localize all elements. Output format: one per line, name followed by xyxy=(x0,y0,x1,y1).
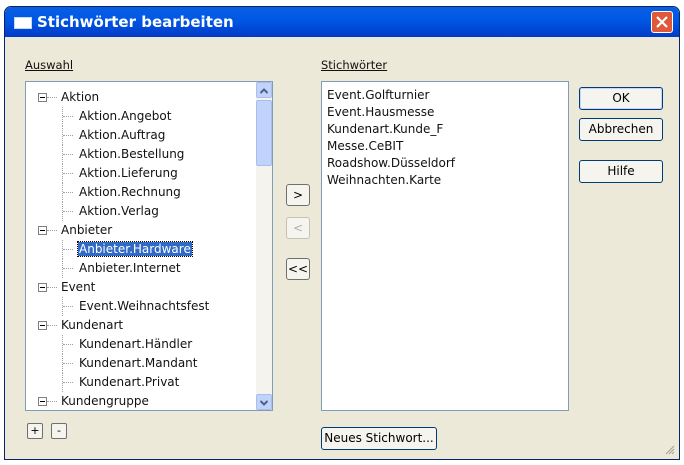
chevron-down-icon xyxy=(259,400,269,406)
tree-item[interactable]: Kundenart.Händler xyxy=(26,335,258,354)
tree-label: Aktion.Rechnung xyxy=(79,185,181,199)
scroll-thumb[interactable] xyxy=(256,100,272,166)
list-item[interactable]: Weihnachten.Karte xyxy=(322,172,568,189)
tree-connector xyxy=(47,401,57,402)
tree-item[interactable]: Event.Weihnachtsfest xyxy=(26,297,258,316)
title-bar[interactable]: Stichwörter bearbeiten xyxy=(5,7,679,37)
tree-group[interactable]: Event xyxy=(26,278,258,297)
tree-item[interactable]: Aktion.Bestellung xyxy=(26,145,258,164)
collapse-toggle-icon[interactable] xyxy=(38,283,47,292)
collapse-toggle-icon[interactable] xyxy=(38,397,47,406)
tree-label: Kundenart.Mandant xyxy=(79,356,198,370)
tree-group[interactable]: Aktion xyxy=(26,88,258,107)
tree-connector xyxy=(63,135,73,136)
tree-label: Aktion xyxy=(61,90,100,104)
collapse-toggle-icon[interactable] xyxy=(38,93,47,102)
selection-label: Auswahl xyxy=(25,58,74,72)
collapse-toggle-icon[interactable] xyxy=(38,226,47,235)
keyword-items: Event.Golfturnier Event.Hausmesse Kundenar… xyxy=(322,82,568,189)
collapse-all-button[interactable]: - xyxy=(51,423,67,439)
tree-connector xyxy=(63,116,73,117)
tree-connector xyxy=(47,287,57,288)
tree-content: Aktion Aktion.Angebot Aktion.Auftrag Aktion… xyxy=(26,88,258,410)
close-icon xyxy=(656,16,668,28)
help-button[interactable]: Hilfe xyxy=(579,160,663,183)
tree-connector xyxy=(63,173,73,174)
tree-label: Aktion.Lieferung xyxy=(79,166,178,180)
tree-connector xyxy=(63,211,73,212)
tree-label: Kundenart xyxy=(61,318,124,332)
tree-group[interactable]: Kundengruppe xyxy=(26,392,258,410)
tree-label: Anbieter xyxy=(61,223,113,237)
cancel-button[interactable]: Abbrechen xyxy=(579,118,663,141)
tree-label: Kundenart.Privat xyxy=(79,375,180,389)
scroll-down-button[interactable] xyxy=(256,394,272,410)
expand-all-button[interactable]: + xyxy=(27,423,43,439)
tree-label: Event xyxy=(61,280,96,294)
tree-group[interactable]: Kundenart xyxy=(26,316,258,335)
tree-label: Kundenart.Händler xyxy=(79,337,193,351)
tree-scrollbar[interactable] xyxy=(256,82,272,410)
window-title: Stichwörter bearbeiten xyxy=(37,13,234,31)
tree-connector xyxy=(47,325,57,326)
tree-item[interactable]: Kundenart.Privat xyxy=(26,373,258,392)
tree-connector xyxy=(63,268,73,269)
tree-item[interactable]: Aktion.Auftrag xyxy=(26,126,258,145)
dialog-window: Stichwörter bearbeiten Auswahl Stichwört… xyxy=(4,6,680,460)
tree-connector xyxy=(63,306,73,307)
list-item[interactable]: Kundenart.Kunde_F xyxy=(322,121,568,138)
tree-connector xyxy=(63,344,73,345)
tree-item[interactable]: Anbieter.Internet xyxy=(26,259,258,278)
resize-grip-icon[interactable] xyxy=(663,443,675,455)
tree-connector xyxy=(63,382,73,383)
tree-connector xyxy=(47,97,57,98)
tree-label: Anbieter.Hardware xyxy=(77,241,193,257)
selection-tree[interactable]: Aktion Aktion.Angebot Aktion.Auftrag Aktion… xyxy=(25,81,273,411)
new-keyword-button[interactable]: Neues Stichwort... xyxy=(321,427,437,450)
tree-item[interactable]: Aktion.Angebot xyxy=(26,107,258,126)
tree-label: Aktion.Auftrag xyxy=(79,128,166,142)
tree-connector xyxy=(63,363,73,364)
ok-button[interactable]: OK xyxy=(579,87,663,110)
tree-item[interactable]: Aktion.Verlag xyxy=(26,202,258,221)
tree-item[interactable]: Aktion.Rechnung xyxy=(26,183,258,202)
tree-item[interactable]: Kundenart.Mandant xyxy=(26,354,258,373)
window-icon xyxy=(14,17,32,29)
chevron-up-icon xyxy=(259,88,269,94)
remove-keyword-button[interactable]: < xyxy=(286,217,310,239)
remove-all-button[interactable]: << xyxy=(286,258,310,280)
tree-label: Anbieter.Internet xyxy=(79,261,181,275)
tree-connector xyxy=(63,154,73,155)
collapse-toggle-icon[interactable] xyxy=(38,321,47,330)
tree-connector xyxy=(47,230,57,231)
tree-label: Event.Weihnachtsfest xyxy=(79,299,210,313)
scroll-up-button[interactable] xyxy=(256,82,272,98)
tree-label: Aktion.Bestellung xyxy=(79,147,185,161)
tree-connector xyxy=(63,249,73,250)
close-button[interactable] xyxy=(651,11,673,33)
keyword-list[interactable]: Event.Golfturnier Event.Hausmesse Kundenar… xyxy=(321,81,569,411)
add-keyword-button[interactable]: > xyxy=(286,184,310,206)
tree-label: Aktion.Verlag xyxy=(79,204,159,218)
tree-connector xyxy=(63,192,73,193)
list-item[interactable]: Event.Hausmesse xyxy=(322,104,568,121)
keywords-label: Stichwörter xyxy=(321,58,388,72)
list-item[interactable]: Event.Golfturnier xyxy=(322,87,568,104)
tree-item[interactable]: Aktion.Lieferung xyxy=(26,164,258,183)
tree-item[interactable]: Anbieter.Hardware xyxy=(26,240,258,259)
tree-label: Aktion.Angebot xyxy=(79,109,172,123)
tree-group[interactable]: Anbieter xyxy=(26,221,258,240)
tree-label: Kundengruppe xyxy=(61,394,149,408)
list-item[interactable]: Messe.CeBIT xyxy=(322,138,568,155)
list-item[interactable]: Roadshow.Düsseldorf xyxy=(322,155,568,172)
